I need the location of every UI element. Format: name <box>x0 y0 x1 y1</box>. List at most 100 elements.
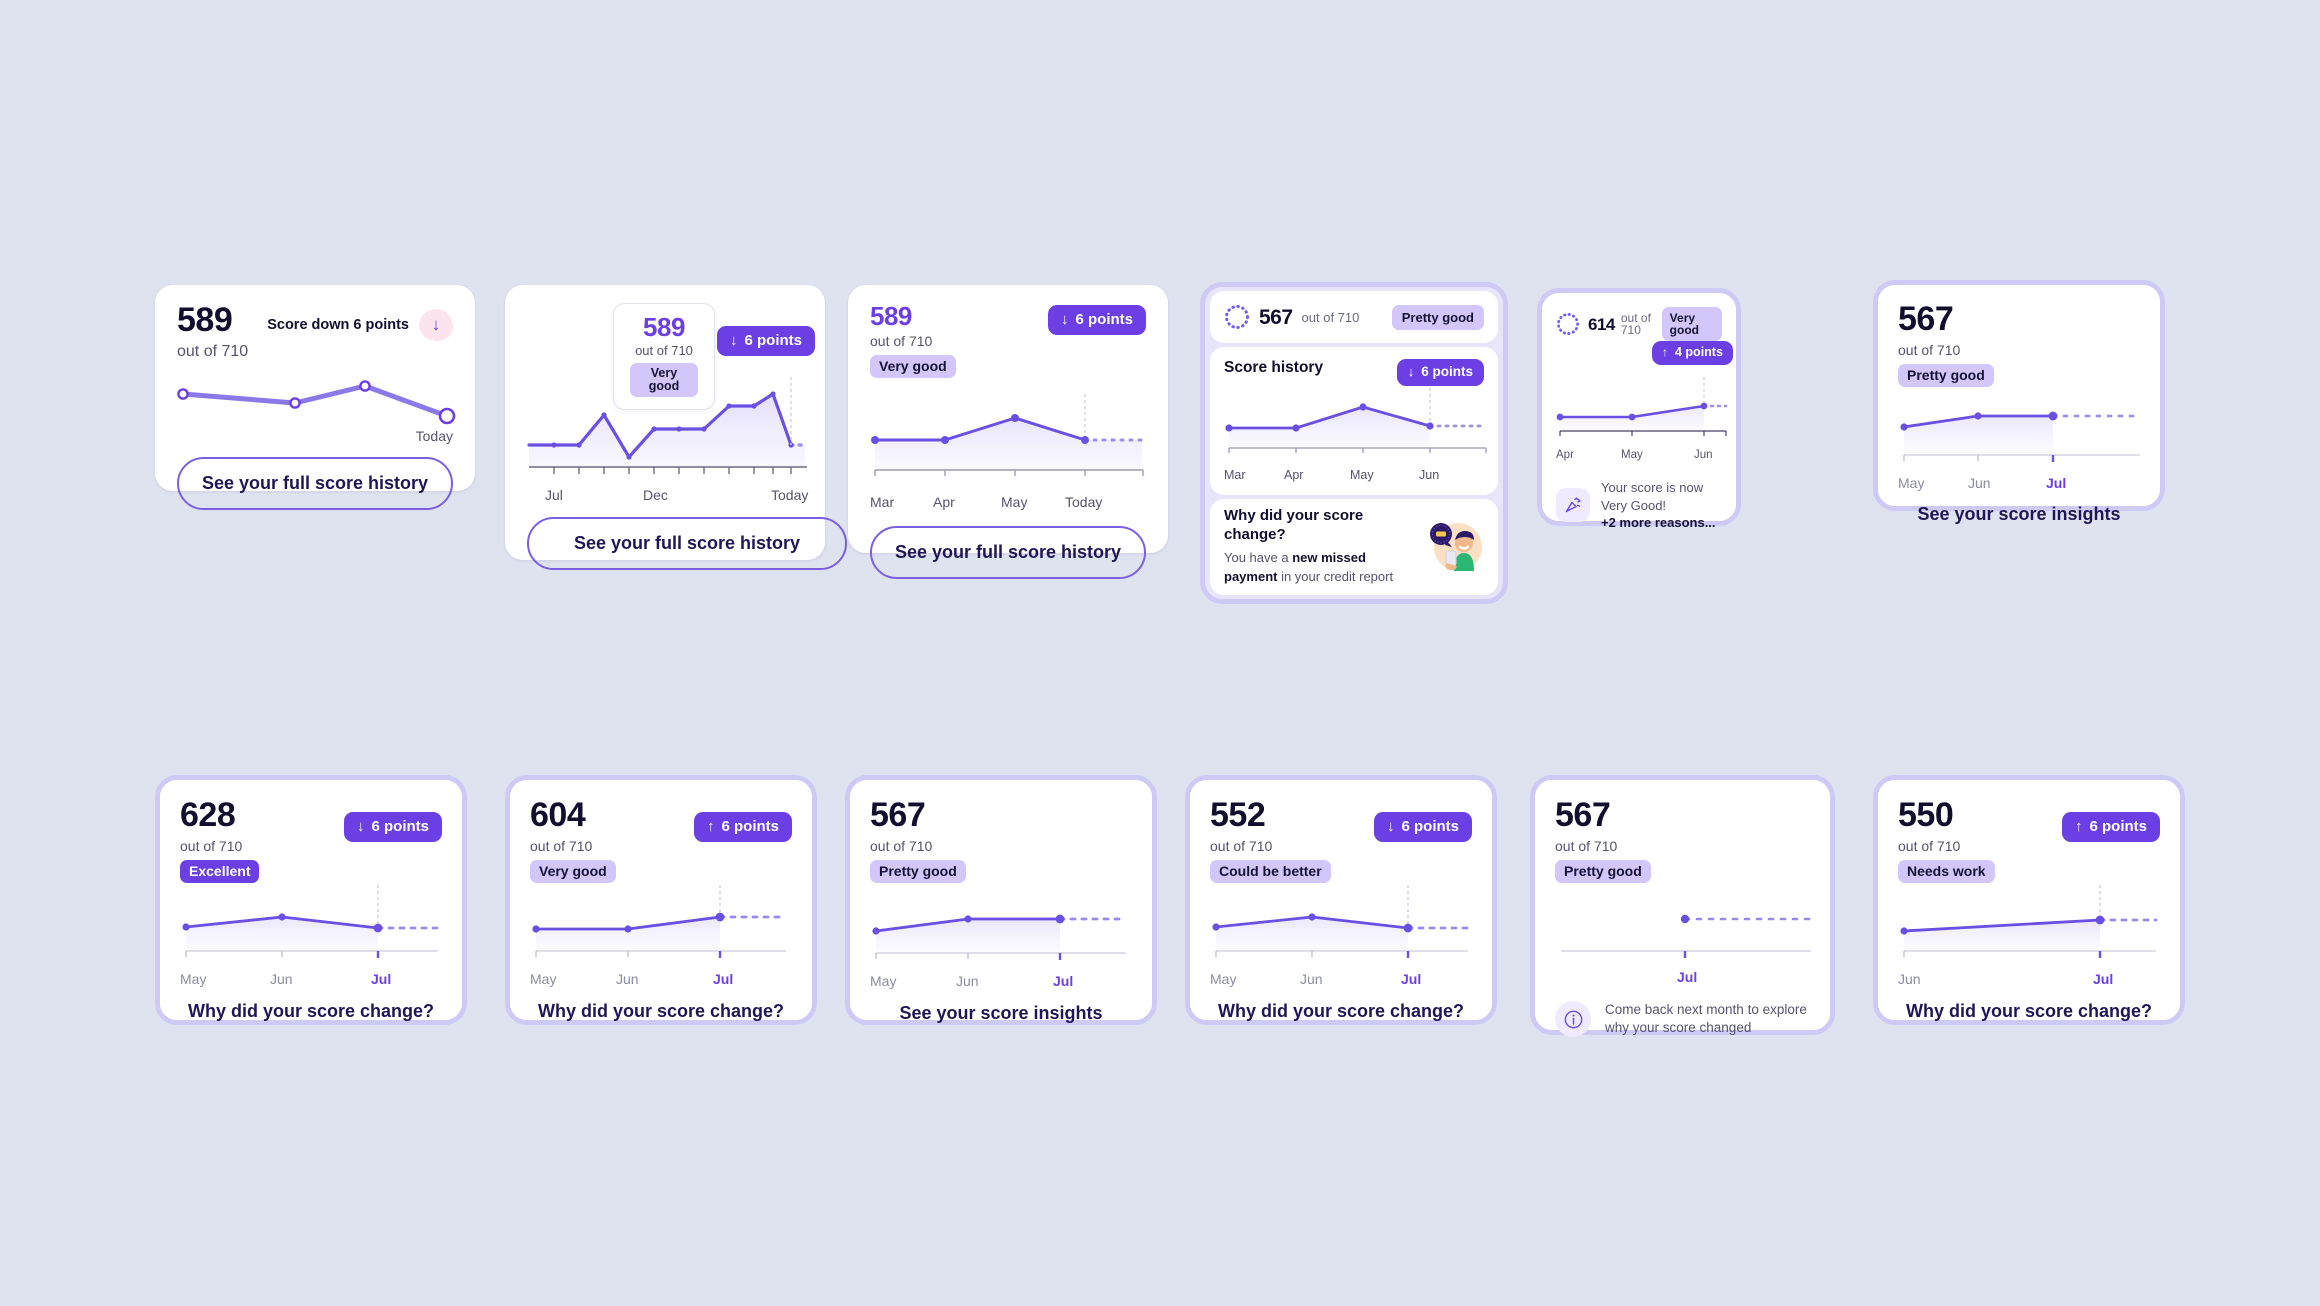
axis-label-may: May <box>870 973 897 989</box>
score-history-chart <box>1898 885 2160 969</box>
axis-label-may: May <box>1210 971 1237 987</box>
axis-label-may: May <box>530 971 557 987</box>
score-band-badge: Pretty good <box>1898 364 1994 387</box>
comeback-note: Come back next month to explore why your… <box>1555 1001 1810 1038</box>
score-band-badge: Pretty good <box>1555 860 1651 883</box>
card-552-couldbebetter: 552 out of 710 Could be better ↓ 6 point… <box>1185 775 1497 1025</box>
score-outof: out of 710 <box>1898 342 1961 358</box>
see-score-insights-link[interactable]: See your score insights <box>1898 505 2140 523</box>
score-band-badge: Pretty good <box>870 860 966 883</box>
score-value: 567 <box>870 796 926 834</box>
card-full-history-tooltip: 589 out of 710 Very good ↓ 6 points Jul … <box>505 285 847 570</box>
why-body-post: in your credit report <box>1277 569 1394 585</box>
card-score-summary: 589 out of 710 Score down 6 points ↓ Tod… <box>155 285 475 510</box>
score-value: 567 <box>1555 796 1611 834</box>
score-band-badge: Very good <box>1661 307 1722 341</box>
score-history-chart <box>1210 885 1472 969</box>
why-body: You have a new missed payment in your cr… <box>1224 549 1416 587</box>
see-full-score-history-button[interactable]: See your full score history <box>870 526 1146 579</box>
points-change-pill: ↑ 6 points <box>693 812 792 842</box>
score-gauge-dotted-ring <box>1224 304 1250 330</box>
score-outof: out of 710 <box>1898 838 1961 854</box>
axis-label-may: May <box>1350 467 1374 482</box>
tooltip-outof: out of 710 <box>635 343 693 358</box>
score-gauge-dotted-ring <box>1556 312 1580 336</box>
points-change-text: 6 points <box>1421 364 1473 379</box>
score-outof: out of 710 <box>870 333 933 349</box>
person-with-phone-illustration <box>1424 519 1484 575</box>
score-value: 628 <box>180 796 236 834</box>
axis-label-jul: Jul <box>2093 971 2114 987</box>
points-change-pill: ↑ 4 points <box>1652 341 1733 365</box>
arrow-up-icon: ↑ <box>1662 345 1668 360</box>
axis-label-may: May <box>1621 449 1643 461</box>
note-line-1: Your score is now Very Good! <box>1601 480 1704 513</box>
arrow-down-icon: ↓ <box>356 818 365 835</box>
canvas: 589 out of 710 Score down 6 points ↓ Tod… <box>0 0 2320 1306</box>
card-history-3mo: 589 out of 710 Very good ↓ 6 points Mar … <box>848 285 1168 579</box>
card-604-verygood: 604 out of 710 Very good ↑ 6 points May … <box>505 775 817 1025</box>
axis-label-may: May <box>180 971 207 987</box>
axis-label-jun: Jun <box>1694 449 1713 461</box>
axis-label-may: May <box>1001 494 1028 510</box>
axis-label-apr: Apr <box>1556 449 1574 461</box>
score-value: 604 <box>530 796 586 834</box>
score-value: 550 <box>1898 796 1954 834</box>
score-band-badge: Very good <box>870 355 956 378</box>
points-change-text: 6 points <box>744 332 803 349</box>
arrow-down-icon: ↓ <box>1060 311 1069 328</box>
note-line-2: why your score changed <box>1605 1020 1752 1036</box>
axis-label-jun: Jun <box>616 971 639 987</box>
axis-label-jul: Jul <box>713 971 734 987</box>
card-567-insights: 567 out of 710 Pretty good May Jun Jul S… <box>845 775 1157 1025</box>
score-outof: out of 710 <box>177 343 249 360</box>
score-band-badge: Could be better <box>1210 860 1331 883</box>
score-outof: out of 710 <box>1620 311 1651 337</box>
axis-label-dec: Dec <box>643 487 668 503</box>
axis-label-today: Today <box>415 428 453 444</box>
section-title: Score history <box>1224 359 1324 376</box>
arrow-up-icon: ↑ <box>706 818 715 835</box>
points-change-pill: ↑ 6 points <box>2061 812 2160 842</box>
score-value: 567 <box>1898 300 1954 338</box>
why-did-score-change-link[interactable]: Why did your score change? <box>1210 1002 1472 1020</box>
note-line-1: Come back next month to explore <box>1605 1002 1807 1017</box>
score-value: 567 <box>1259 305 1293 329</box>
points-change-text: 6 points <box>371 818 429 835</box>
score-band-badge: Needs work <box>1898 860 1995 883</box>
why-title: Why did your score change? <box>1224 506 1364 543</box>
score-outof: out of 710 <box>180 838 243 854</box>
score-history-chart <box>1224 387 1488 468</box>
see-full-score-history-button[interactable]: See your full score history <box>177 457 453 510</box>
points-change-text: 6 points <box>2089 818 2147 835</box>
score-value: 589 <box>870 301 912 331</box>
score-value: 614 <box>1588 314 1615 334</box>
why-score-changed-section[interactable]: Why did your score change? You have a ne… <box>1210 499 1498 595</box>
why-did-score-change-link[interactable]: Why did your score change? <box>1898 1002 2160 1020</box>
arrow-up-icon: ↑ <box>2074 818 2083 835</box>
see-score-insights-link[interactable]: See your score insights <box>870 1004 1132 1022</box>
score-sparkline <box>177 374 456 430</box>
score-value: 552 <box>1210 796 1266 834</box>
score-history-chart <box>1556 377 1728 449</box>
axis-label-jun: Jun <box>956 973 979 989</box>
axis-label-jun: Jun <box>1898 971 1921 987</box>
axis-label-jun: Jun <box>1300 971 1323 987</box>
points-change-pill: ↓ 6 points <box>1373 812 1472 842</box>
why-did-score-change-link[interactable]: Why did your score change? <box>180 1002 442 1020</box>
score-history-chart <box>1898 395 2142 473</box>
axis-label-jul: Jul <box>545 487 563 503</box>
why-did-score-change-link[interactable]: Why did your score change? <box>530 1002 792 1020</box>
score-outof: out of 710 <box>1210 838 1273 854</box>
axis-label-jun: Jun <box>270 971 293 987</box>
points-change-pill: ↓ 6 points <box>1047 305 1146 335</box>
card-sectioned-why: 567 out of 710 Pretty good Score history… <box>1200 282 1508 604</box>
celebration-note-text: Your score is now Very Good! +2 more rea… <box>1601 479 1722 532</box>
see-full-score-history-button[interactable]: See your full score history <box>527 517 847 570</box>
axis-label-mar: Mar <box>870 494 895 510</box>
axis-label-jul: Jul <box>371 971 392 987</box>
arrow-down-icon: ↓ <box>1407 364 1415 380</box>
axis-label-today: Today <box>1065 494 1103 510</box>
celebration-note[interactable]: Your score is now Very Good! +2 more rea… <box>1556 479 1722 532</box>
score-band-badge: Very good <box>530 860 616 883</box>
